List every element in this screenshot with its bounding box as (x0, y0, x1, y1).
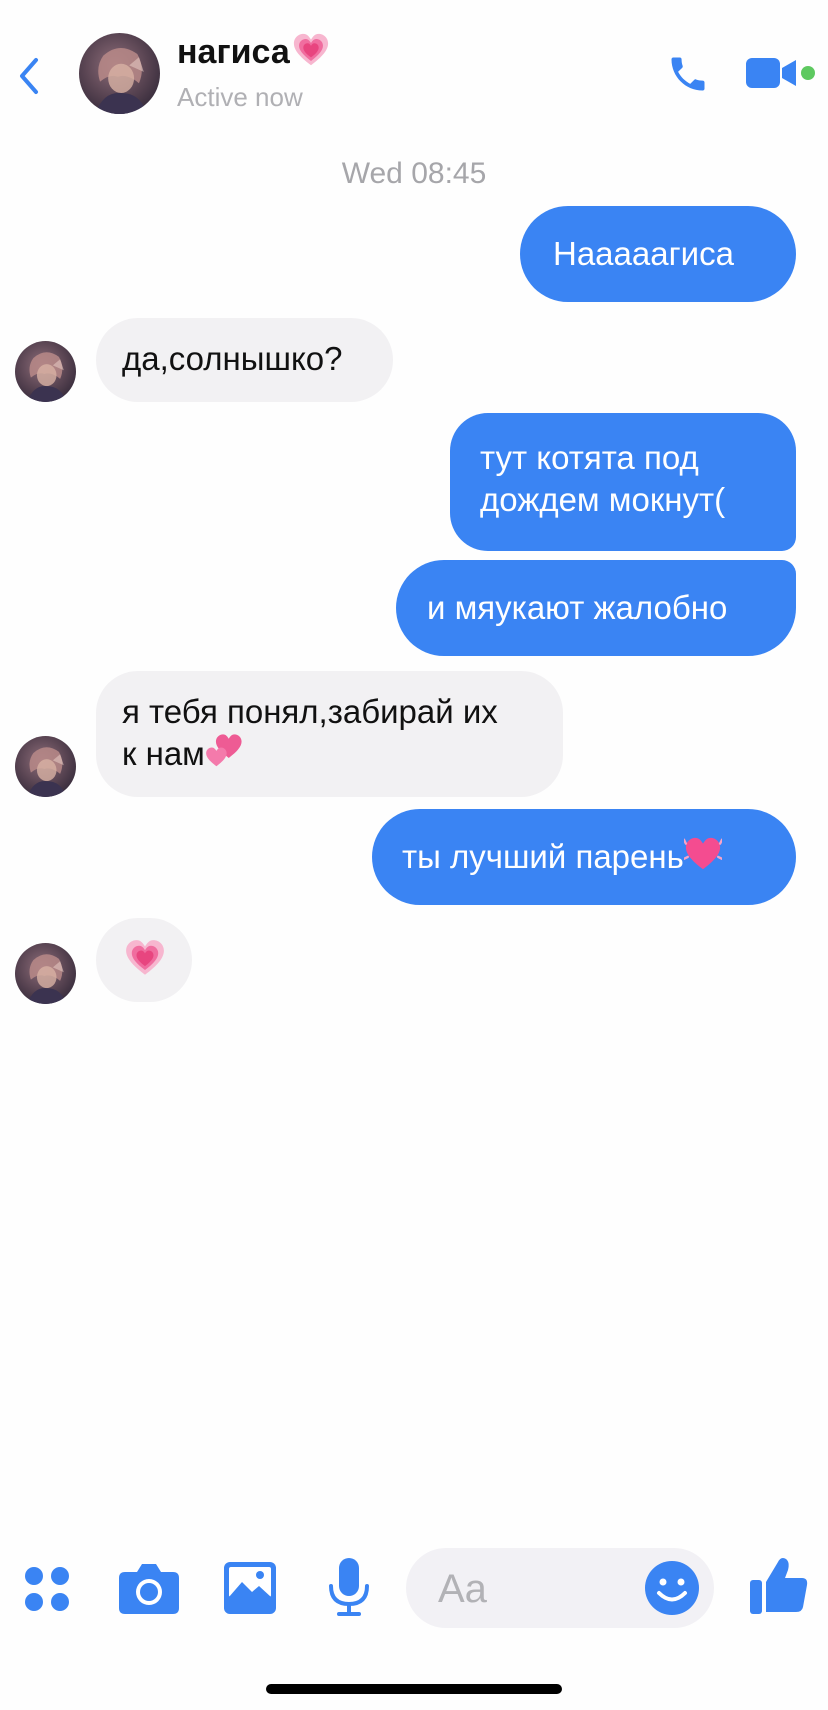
conversation-timestamp: Wed 08:45 (341, 157, 487, 190)
growing-heart-emoji (292, 32, 330, 70)
revolving-hearts-emoji (205, 733, 243, 771)
message-text: и мяукают жалобно (427, 589, 728, 626)
back-chevron-icon[interactable] (14, 54, 44, 98)
message-input-placeholder: Aa (438, 1567, 487, 1611)
outgoing-message[interactable]: ты лучший парень (372, 809, 796, 905)
outgoing-message[interactable]: и мяукают жалобно (396, 560, 796, 656)
online-indicator (801, 66, 815, 80)
message-text: Нааааагиса (553, 235, 734, 272)
home-indicator (266, 1684, 562, 1694)
outgoing-message[interactable]: тут котята под дождем мокнут( (450, 413, 796, 551)
contact-avatar-small[interactable] (15, 736, 76, 797)
camera-icon[interactable] (119, 1562, 179, 1614)
contact-avatar[interactable] (79, 33, 160, 114)
contact-avatar-small[interactable] (15, 341, 76, 402)
heartbeat-heart-emoji (683, 836, 722, 874)
message-input[interactable]: Aa (406, 1548, 714, 1628)
active-status: Active now (177, 82, 303, 112)
phone-icon[interactable] (666, 52, 710, 96)
video-camera-icon[interactable] (746, 56, 798, 90)
apps-grid-icon[interactable] (24, 1566, 70, 1612)
incoming-message[interactable]: я тебя понял,забирай их к нам (96, 671, 563, 797)
incoming-message[interactable] (96, 918, 192, 1002)
emoji-icon[interactable] (644, 1560, 700, 1616)
contact-avatar-small[interactable] (15, 943, 76, 1004)
messenger-chat-screen: нагиса Active now Wed 08:45 Нааааагиса д… (0, 0, 828, 1710)
growing-heart-emoji (124, 938, 166, 980)
contact-name-text: нагиса (177, 33, 290, 71)
incoming-message[interactable]: да,солнышко? (96, 318, 393, 402)
microphone-icon[interactable] (327, 1558, 371, 1618)
photo-icon[interactable] (224, 1562, 276, 1614)
outgoing-message[interactable]: Нааааагиса (520, 206, 796, 302)
message-text: ты лучший парень (402, 838, 684, 875)
message-text: тут котята под дождем мокнут( (480, 439, 726, 518)
message-text: да,солнышко? (122, 340, 343, 377)
message-text: я тебя понял,забирай их к нам (122, 693, 498, 772)
thumbs-up-icon[interactable] (750, 1556, 808, 1614)
contact-name[interactable]: нагиса (177, 32, 330, 72)
